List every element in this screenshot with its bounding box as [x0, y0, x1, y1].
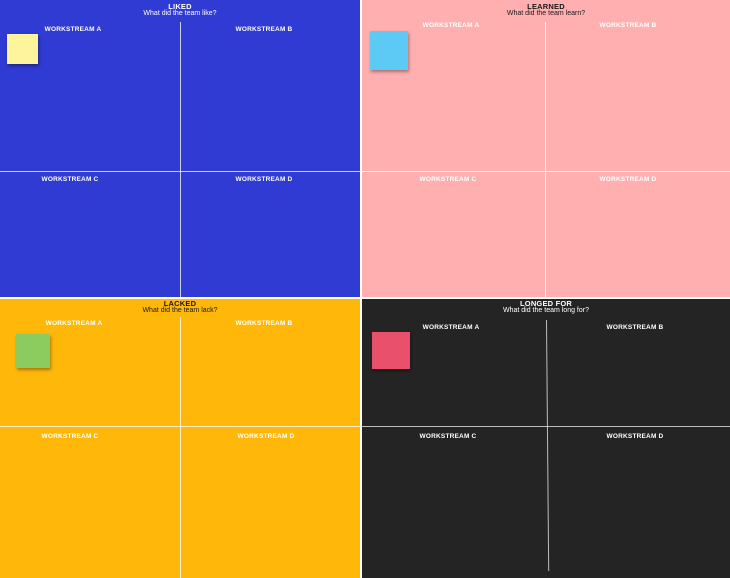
- sticky-note[interactable]: [16, 334, 50, 368]
- quadrant-lacked: LACKED What did the team lack? WORKSTREA…: [0, 299, 360, 578]
- workstream-a-label: WORKSTREAM A: [422, 22, 480, 29]
- workstream-a-label: WORKSTREAM A: [422, 324, 480, 331]
- workstream-d-label: WORKSTREAM D: [606, 433, 664, 440]
- divider-vertical: [180, 22, 181, 297]
- sticky-note[interactable]: [372, 332, 410, 369]
- divider-vertical: [545, 22, 546, 297]
- workstream-a-label: WORKSTREAM A: [45, 320, 103, 327]
- workstream-c-label: WORKSTREAM C: [419, 176, 477, 183]
- workstream-b-label: WORKSTREAM B: [235, 320, 293, 327]
- workstream-b-label: WORKSTREAM B: [599, 22, 657, 29]
- divider-horizontal: [0, 426, 360, 427]
- workstream-c-label: WORKSTREAM C: [41, 176, 99, 183]
- sticky-note[interactable]: [7, 34, 38, 64]
- sticky-note[interactable]: [370, 31, 408, 70]
- quadrant-subtitle: What did the team learn?: [506, 10, 586, 17]
- workstream-b-label: WORKSTREAM B: [235, 26, 293, 33]
- workstream-b-label: WORKSTREAM B: [606, 324, 664, 331]
- workstream-d-label: WORKSTREAM D: [599, 176, 657, 183]
- divider-vertical: [546, 319, 550, 571]
- quadrant-subtitle: What did the team like?: [143, 10, 217, 17]
- divider-horizontal: [362, 171, 730, 172]
- quadrant-longed-for: LONGED FOR What did the team long for? W…: [362, 299, 730, 578]
- workstream-a-label: WORKSTREAM A: [44, 26, 102, 33]
- workstream-c-label: WORKSTREAM C: [419, 433, 477, 440]
- divider-vertical: [180, 317, 181, 578]
- quadrant-subtitle: What did the team long for?: [503, 307, 589, 314]
- workstream-d-label: WORKSTREAM D: [237, 433, 295, 440]
- quadrant-subtitle: What did the team lack?: [142, 307, 218, 314]
- quadrant-liked: LIKED What did the team like? WORKSTREAM…: [0, 0, 360, 297]
- workstream-d-label: WORKSTREAM D: [235, 176, 293, 183]
- workstream-c-label: WORKSTREAM C: [41, 433, 99, 440]
- divider-horizontal: [362, 426, 730, 427]
- divider-horizontal: [0, 171, 360, 172]
- quadrant-learned: LEARNED What did the team learn? WORKSTR…: [362, 0, 730, 297]
